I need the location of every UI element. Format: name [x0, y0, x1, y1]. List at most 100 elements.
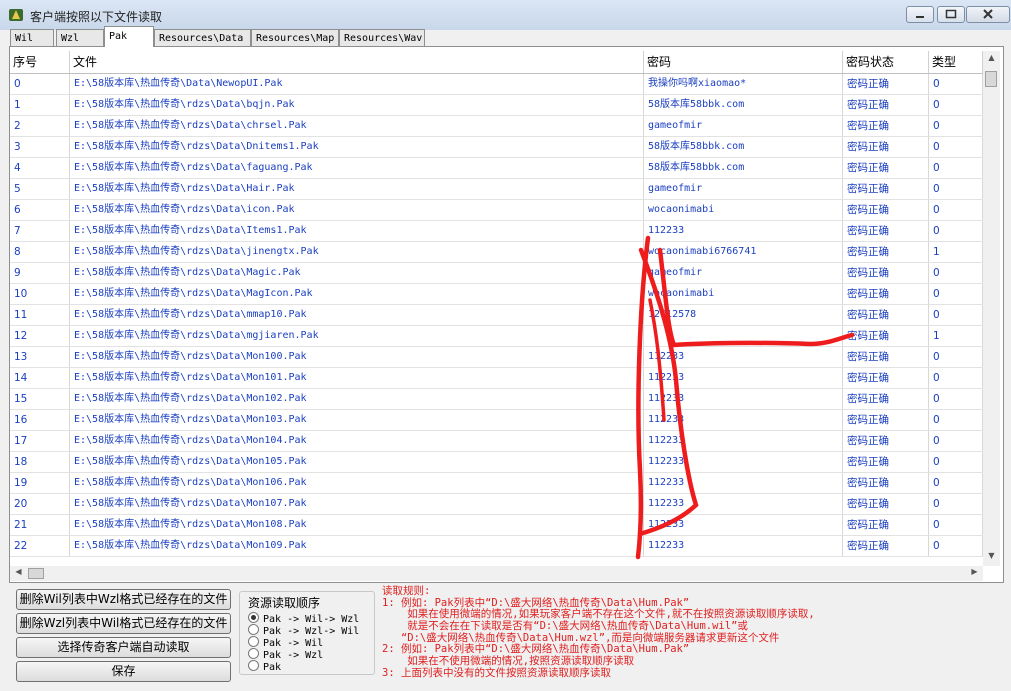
cell-password: 58版本库58bbk.com — [644, 158, 843, 178]
vertical-scrollbar[interactable]: ▲ ▼ — [983, 51, 1000, 566]
order-option-pak[interactable]: Pak — [248, 660, 281, 673]
order-option-pak-wil-wzl[interactable]: Pak -> Wil-> Wzl — [248, 612, 359, 625]
tab-resources-wav[interactable]: Resources\Wav — [339, 29, 425, 46]
cell-password: gameofmir — [644, 263, 843, 283]
cell-password-status: 密码正确 — [843, 221, 929, 241]
header-password-status[interactable]: 密码状态 — [843, 51, 929, 73]
table-row[interactable]: 10 E:\58版本库\热血传奇\rdzs\Data\MagIcon.Pak woc… — [10, 284, 983, 305]
table-row[interactable]: 8 E:\58版本库\热血传奇\rdzs\Data\jinengtx.Pak woc… — [10, 242, 983, 263]
pak-file-table[interactable]: 序号 文件 密码 密码状态 类型 0 E:\58版本库\热血传奇\Data\New… — [10, 51, 983, 566]
cell-index: 8 — [10, 242, 70, 262]
cell-password-status: 密码正确 — [843, 305, 929, 325]
cell-index: 16 — [10, 410, 70, 430]
cell-file: E:\58版本库\热血传奇\rdzs\Data\chrsel.Pak — [70, 116, 644, 136]
order-option-pak-wzl[interactable]: Pak -> Wzl — [248, 648, 323, 661]
table-row[interactable]: 5 E:\58版本库\热血传奇\rdzs\Data\Hair.Pak gameofm… — [10, 179, 983, 200]
cell-file: E:\58版本库\热血传奇\rdzs\Data\icon.Pak — [70, 200, 644, 220]
header-file[interactable]: 文件 — [70, 51, 644, 73]
tab-resources-data[interactable]: Resources\Data — [154, 29, 251, 46]
table-row[interactable]: 22 E:\58版本库\热血传奇\rdzs\Data\Mon109.Pak 1122… — [10, 536, 983, 557]
table-row[interactable]: 1 E:\58版本库\热血传奇\rdzs\Data\bqjn.Pak 58版本库58… — [10, 95, 983, 116]
cell-type: 0 — [929, 158, 983, 178]
cell-type: 0 — [929, 473, 983, 493]
tab-pak[interactable]: Pak — [104, 26, 154, 47]
delete-wil-duplicates-button[interactable]: 删除Wil列表中Wzl格式已经存在的文件 — [16, 589, 231, 610]
scroll-left-icon[interactable]: ◀ — [10, 567, 27, 576]
table-row[interactable]: 6 E:\58版本库\热血传奇\rdzs\Data\icon.Pak wocaoni… — [10, 200, 983, 221]
cell-password: wocaonimabi — [644, 200, 843, 220]
table-row[interactable]: 15 E:\58版本库\热血传奇\rdzs\Data\Mon102.Pak 1122… — [10, 389, 983, 410]
table-row[interactable]: 21 E:\58版本库\热血传奇\rdzs\Data\Mon108.Pak 1122… — [10, 515, 983, 536]
rule-line: 读取规则: — [382, 585, 431, 597]
cell-password-status: 密码正确 — [843, 410, 929, 430]
horizontal-scroll-thumb[interactable] — [28, 568, 44, 579]
table-row[interactable]: 7 E:\58版本库\热血传奇\rdzs\Data\Items1.Pak 11223… — [10, 221, 983, 242]
tab-resources-map[interactable]: Resources\Map — [251, 29, 339, 46]
cell-password: 112233 — [644, 368, 843, 388]
table-row[interactable]: 11 E:\58版本库\热血传奇\rdzs\Data\mmap10.Pak 1241… — [10, 305, 983, 326]
cell-password-status: 密码正确 — [843, 368, 929, 388]
cell-file: E:\58版本库\热血传奇\rdzs\Data\Hair.Pak — [70, 179, 644, 199]
horizontal-scrollbar[interactable]: ◀ ▶ — [10, 566, 983, 581]
cell-file: E:\58版本库\热血传奇\rdzs\Data\Mon100.Pak — [70, 347, 644, 367]
save-button[interactable]: 保存 — [16, 661, 231, 682]
cell-file: E:\58版本库\热血传奇\rdzs\Data\Mon106.Pak — [70, 473, 644, 493]
minimize-button[interactable] — [906, 6, 934, 23]
table-row[interactable]: 20 E:\58版本库\热血传奇\rdzs\Data\Mon107.Pak 1122… — [10, 494, 983, 515]
cell-password-status: 密码正确 — [843, 515, 929, 535]
cell-type: 0 — [929, 200, 983, 220]
table-row[interactable]: 2 E:\58版本库\热血传奇\rdzs\Data\chrsel.Pak gameo… — [10, 116, 983, 137]
cell-file: E:\58版本库\热血传奇\rdzs\Data\Mon109.Pak — [70, 536, 644, 556]
table-header: 序号 文件 密码 密码状态 类型 — [10, 51, 983, 74]
scroll-down-icon[interactable]: ▼ — [983, 551, 1000, 560]
table-row[interactable]: 13 E:\58版本库\热血传奇\rdzs\Data\Mon100.Pak 1122… — [10, 347, 983, 368]
cell-password: 58版本库58bbk.com — [644, 137, 843, 157]
order-option-pak-wil[interactable]: Pak -> Wil — [248, 636, 323, 649]
table-row[interactable]: 17 E:\58版本库\热血传奇\rdzs\Data\Mon104.Pak 1122… — [10, 431, 983, 452]
cell-password-status: 密码正确 — [843, 158, 929, 178]
cell-index: 1 — [10, 95, 70, 115]
table-row[interactable]: 14 E:\58版本库\热血传奇\rdzs\Data\Mon101.Pak 1122… — [10, 368, 983, 389]
cell-index: 15 — [10, 389, 70, 409]
table-row[interactable]: 16 E:\58版本库\热血传奇\rdzs\Data\Mon103.Pak 1122… — [10, 410, 983, 431]
cell-file: E:\58版本库\热血传奇\rdzs\Data\Magic.Pak — [70, 263, 644, 283]
header-password[interactable]: 密码 — [644, 51, 843, 73]
table-row[interactable]: 18 E:\58版本库\热血传奇\rdzs\Data\Mon105.Pak 1122… — [10, 452, 983, 473]
radio-selected-icon — [248, 612, 259, 623]
table-row[interactable]: 12 E:\58版本库\热血传奇\rdzs\Data\mgjiaren.Pak 密码… — [10, 326, 983, 347]
cell-type: 1 — [929, 326, 983, 346]
cell-password: 112233 — [644, 347, 843, 367]
table-row[interactable]: 4 E:\58版本库\热血传奇\rdzs\Data\faguang.Pak 58版本… — [10, 158, 983, 179]
tab-wil[interactable]: Wil — [10, 29, 54, 46]
cell-type: 0 — [929, 305, 983, 325]
table-row[interactable]: 3 E:\58版本库\热血传奇\rdzs\Data\Dnitems1.Pak 58版… — [10, 137, 983, 158]
delete-wzl-duplicates-button[interactable]: 删除Wzl列表中Wil格式已经存在的文件 — [16, 613, 231, 634]
radio-icon — [248, 660, 259, 671]
maximize-button[interactable] — [937, 6, 965, 23]
table-row[interactable]: 19 E:\58版本库\热血传奇\rdzs\Data\Mon106.Pak 1122… — [10, 473, 983, 494]
cell-index: 5 — [10, 179, 70, 199]
scroll-right-icon[interactable]: ▶ — [966, 567, 983, 576]
table-row[interactable]: 0 E:\58版本库\热血传奇\Data\NewopUI.Pak 我操你吗啊xiao… — [10, 74, 983, 95]
cell-index: 22 — [10, 536, 70, 556]
scroll-up-icon[interactable]: ▲ — [983, 53, 1000, 62]
tab-wzl[interactable]: Wzl — [56, 29, 104, 46]
cell-file: E:\58版本库\热血传奇\rdzs\Data\Mon107.Pak — [70, 494, 644, 514]
cell-password-status: 密码正确 — [843, 389, 929, 409]
cell-file: E:\58版本库\热血传奇\rdzs\Data\Mon103.Pak — [70, 410, 644, 430]
vertical-scroll-thumb[interactable] — [985, 71, 997, 87]
table-row[interactable]: 9 E:\58版本库\热血传奇\rdzs\Data\Magic.Pak gameof… — [10, 263, 983, 284]
header-index[interactable]: 序号 — [10, 51, 70, 73]
header-type[interactable]: 类型 — [929, 51, 983, 73]
close-button[interactable] — [966, 6, 1010, 23]
cell-file: E:\58版本库\热血传奇\rdzs\Data\Items1.Pak — [70, 221, 644, 241]
order-option-pak-wzl-wil[interactable]: Pak -> Wzl-> Wil — [248, 624, 359, 637]
cell-file: E:\58版本库\热血传奇\rdzs\Data\bqjn.Pak — [70, 95, 644, 115]
cell-index: 11 — [10, 305, 70, 325]
cell-password-status: 密码正确 — [843, 116, 929, 136]
cell-password: 112233 — [644, 452, 843, 472]
cell-file: E:\58版本库\热血传奇\rdzs\Data\Mon108.Pak — [70, 515, 644, 535]
auto-read-client-button[interactable]: 选择传奇客户端自动读取 — [16, 637, 231, 658]
read-order-title: 资源读取顺序 — [246, 594, 323, 611]
read-rules-text: 读取规则: 1: 例如: Pak列表中“D:\盛大网络\热血传奇\Data\Hu… — [382, 585, 1007, 680]
